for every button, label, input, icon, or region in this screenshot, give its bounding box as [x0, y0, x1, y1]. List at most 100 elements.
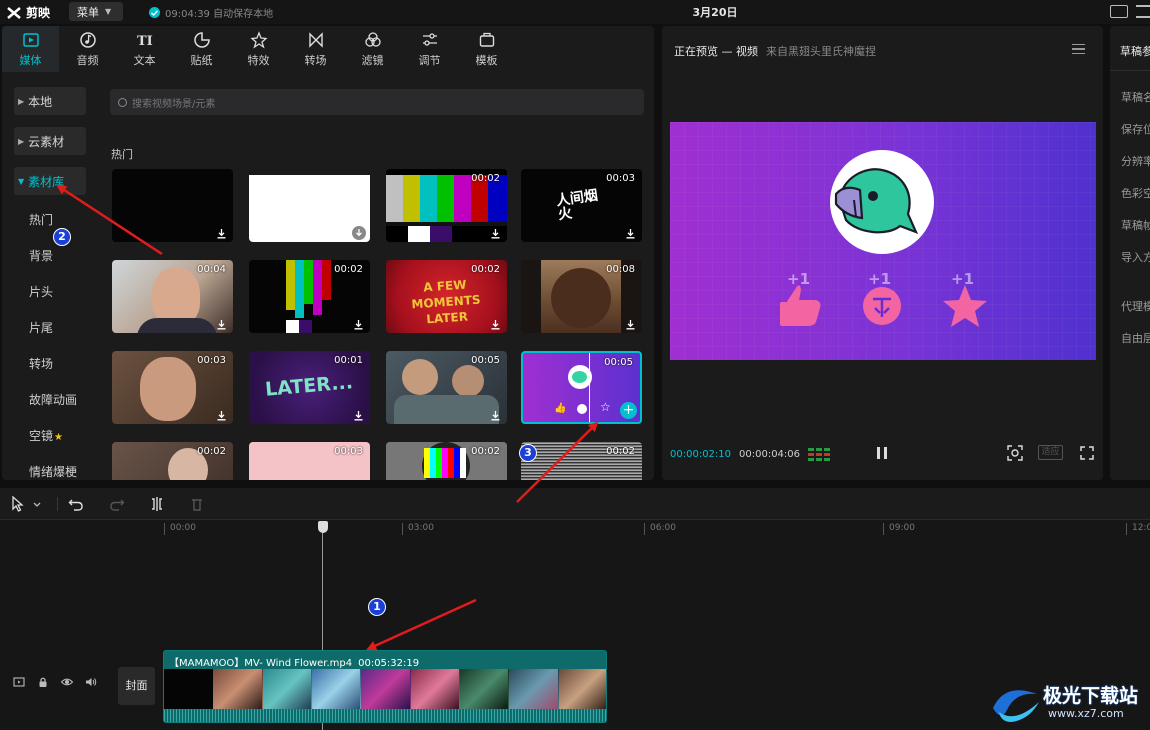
face-shape: [551, 268, 611, 328]
duration-label: 00:08: [606, 264, 635, 275]
tab-label: 模板: [475, 53, 498, 67]
preview-header: 正在预览 — 视频 来自黑翅头里氏神魔捏: [674, 43, 876, 59]
effects-icon: [249, 30, 268, 49]
material-thumb-black[interactable]: [112, 169, 233, 242]
tab-adjust[interactable]: 调节: [401, 26, 458, 72]
duration-label: 00:05: [471, 355, 500, 366]
prop-row: 色彩空间: [1121, 187, 1150, 200]
film-frame: [509, 669, 559, 709]
duration-label: 00:04: [197, 264, 226, 275]
film-frame: [213, 669, 263, 709]
prop-row: 分辨率: [1121, 155, 1150, 168]
total-time: 00:00:04:06: [739, 449, 801, 460]
film-frame: [361, 669, 411, 709]
sidebar-item-cloud[interactable]: ▶ 云素材: [14, 127, 86, 155]
material-thumb-colorbars[interactable]: 00:02: [386, 169, 507, 242]
material-thumb-later[interactable]: LATER... 00:01: [249, 351, 370, 424]
delete-icon[interactable]: [189, 496, 205, 512]
playhead-handle[interactable]: [318, 521, 328, 533]
material-thumb-static-noise[interactable]: 00:02: [521, 442, 642, 480]
material-thumb-parrot-selected[interactable]: 👍 ☆ 00:05 +: [521, 351, 642, 424]
tab-media[interactable]: 媒体: [2, 26, 59, 72]
sidebar-item-library[interactable]: ▼ 素材库: [14, 167, 86, 195]
sidebar-sub-hot[interactable]: 热门: [29, 211, 53, 228]
material-thumb-laughing-man[interactable]: 00:03: [112, 351, 233, 424]
material-thumb-calligraphy[interactable]: 人间烟火 00:03: [521, 169, 642, 242]
material-thumb-few-moments[interactable]: A FEW MOMENTS LATER 00:02: [386, 260, 507, 333]
sidebar-sub-outro[interactable]: 片尾: [29, 319, 53, 336]
mini-thumb-icon: 👍: [554, 403, 567, 414]
sidebar-item-local[interactable]: ▶ 本地: [14, 87, 86, 115]
hamburger-menu-icon[interactable]: [1072, 44, 1085, 54]
time-ruler: 00:00 03:00 06:00 09:00 12:00: [162, 520, 1150, 536]
prop-row: 草稿帧率: [1121, 219, 1150, 232]
section-label: 热门: [111, 148, 133, 161]
watermark-title: 极光下载站: [1043, 685, 1139, 707]
search-input[interactable]: 搜索视频场景/元素: [110, 89, 644, 115]
undo-icon[interactable]: [68, 496, 84, 512]
track-video-icon[interactable]: [13, 676, 25, 688]
download-icon: [217, 229, 226, 239]
tab-label: 转场: [304, 53, 327, 67]
redo-icon[interactable]: [109, 496, 125, 512]
volume-icon[interactable]: [85, 676, 97, 688]
add-to-track-button[interactable]: +: [620, 402, 637, 419]
prop-row: 保存位置: [1121, 123, 1150, 136]
material-thumb-colorbars-glitch[interactable]: 00:02: [249, 260, 370, 333]
duration-label: 00:03: [334, 446, 363, 457]
tab-template[interactable]: 模板: [458, 26, 515, 72]
sidebar-sub-empty-shot[interactable]: 空镜★: [29, 427, 63, 444]
film-frame: [262, 669, 312, 709]
search-icon: [118, 97, 127, 107]
ruler-tick: 12:00: [1126, 523, 1150, 535]
material-thumb-old-woman[interactable]: 00:02: [112, 442, 233, 480]
audio-meter-icon: [808, 448, 830, 461]
layout-icon[interactable]: [1136, 5, 1150, 18]
preview-cursor-line: [589, 353, 590, 422]
cover-button[interactable]: 封面: [118, 667, 155, 705]
tab-transition[interactable]: 转场: [287, 26, 344, 72]
chevron-down-icon[interactable]: [32, 496, 42, 512]
sidebar-sub-transition[interactable]: 转场: [29, 355, 53, 372]
sidebar-label: 云素材: [28, 134, 65, 149]
audio-icon: [79, 31, 96, 48]
tab-label: 滤镜: [361, 53, 384, 67]
material-thumb-man-face[interactable]: 00:04: [112, 260, 233, 333]
fullscreen-icon[interactable]: [1079, 445, 1095, 461]
prop-row: 代理模式: [1121, 300, 1150, 313]
material-thumb-test-pattern[interactable]: 00:02: [386, 442, 507, 480]
tab-effects[interactable]: 特效: [230, 26, 287, 72]
film-frame: [558, 669, 606, 709]
material-thumb-white[interactable]: [249, 169, 370, 242]
caret-right-icon: ▶: [18, 96, 25, 106]
media-panel: 媒体 音频 TI 文本 贴纸 特效 转场 滤镜 调节 模板 ▶ 本地 ▶ 云素材…: [2, 26, 654, 480]
material-thumb-two-men[interactable]: 00:05: [386, 351, 507, 424]
tab-audio[interactable]: 音频: [59, 26, 116, 72]
video-clip[interactable]: 【MAMAMOO】MV- Wind Flower.mp4 00:05:32:19: [163, 650, 607, 723]
material-thumb-crying-man[interactable]: 00:08: [521, 260, 642, 333]
divider: [1110, 70, 1150, 71]
material-thumb-pink[interactable]: 00:03: [249, 442, 370, 480]
sidebar-sub-intro[interactable]: 片头: [29, 283, 53, 300]
sidebar-sub-meme[interactable]: 情绪爆梗: [29, 463, 77, 480]
split-icon[interactable]: [149, 496, 165, 512]
tab-filter[interactable]: 滤镜: [344, 26, 401, 72]
lock-icon[interactable]: [37, 676, 49, 688]
annotation-badge-3: 3: [519, 444, 537, 462]
pause-button[interactable]: [877, 447, 887, 459]
person-right: [452, 365, 484, 397]
cursor-select-icon[interactable]: [10, 496, 26, 512]
screenshot-icon[interactable]: [1007, 445, 1023, 461]
download-icon: [354, 411, 363, 421]
sidebar-sub-glitch[interactable]: 故障动画: [29, 391, 77, 408]
fit-ratio-button[interactable]: 适应: [1038, 445, 1063, 460]
sidebar-sub-background[interactable]: 背景: [29, 247, 53, 264]
tab-sticker[interactable]: 贴纸: [173, 26, 230, 72]
menu-button[interactable]: 菜单 ▼: [69, 2, 123, 21]
eye-icon[interactable]: [61, 676, 73, 688]
tab-text[interactable]: TI 文本: [116, 26, 173, 72]
duration-label: 00:02: [471, 446, 500, 457]
keyboard-shortcuts-icon[interactable]: [1110, 5, 1128, 18]
title-bar: 剪映 菜单 ▼ 09:04:39 自动保存本地 3月20日: [0, 0, 1150, 24]
film-frame: [164, 669, 214, 709]
